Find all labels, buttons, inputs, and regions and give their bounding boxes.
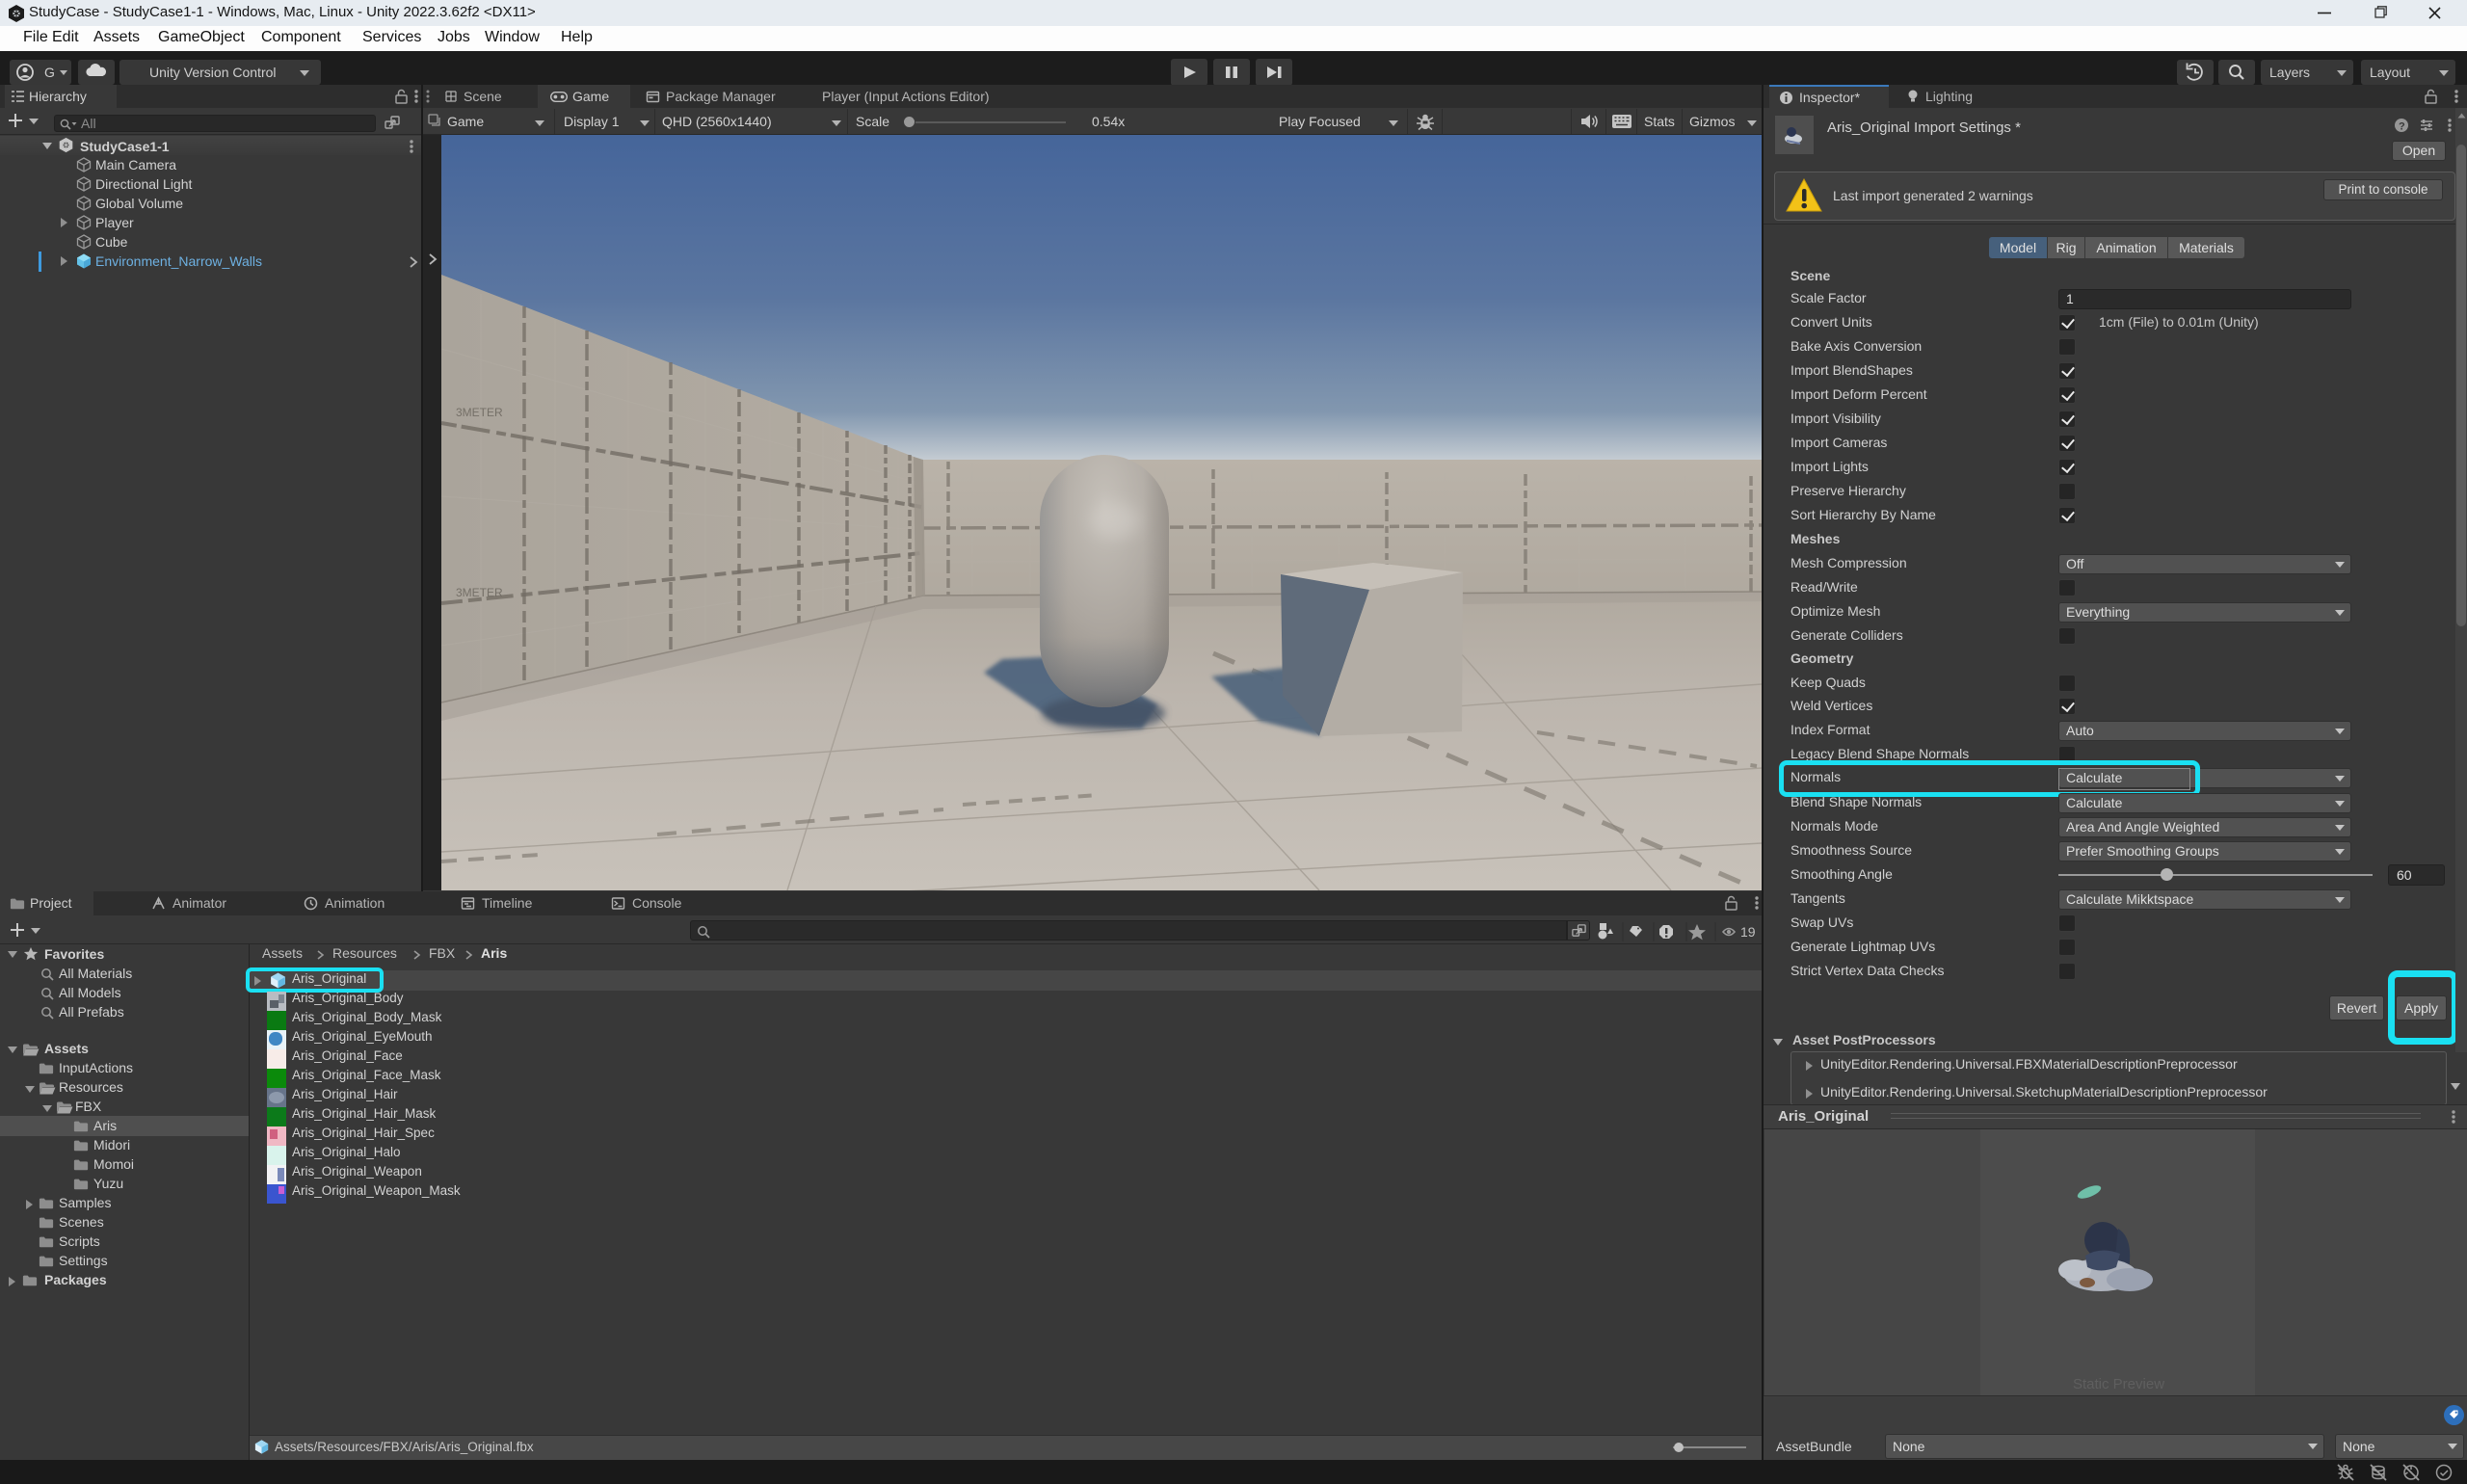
svg-text:G: G	[44, 65, 55, 80]
svg-text:?: ?	[2399, 121, 2405, 133]
svg-text:19: 19	[1740, 924, 1756, 940]
svg-text:3METER: 3METER	[456, 586, 503, 599]
svg-text:3METER: 3METER	[456, 406, 503, 419]
